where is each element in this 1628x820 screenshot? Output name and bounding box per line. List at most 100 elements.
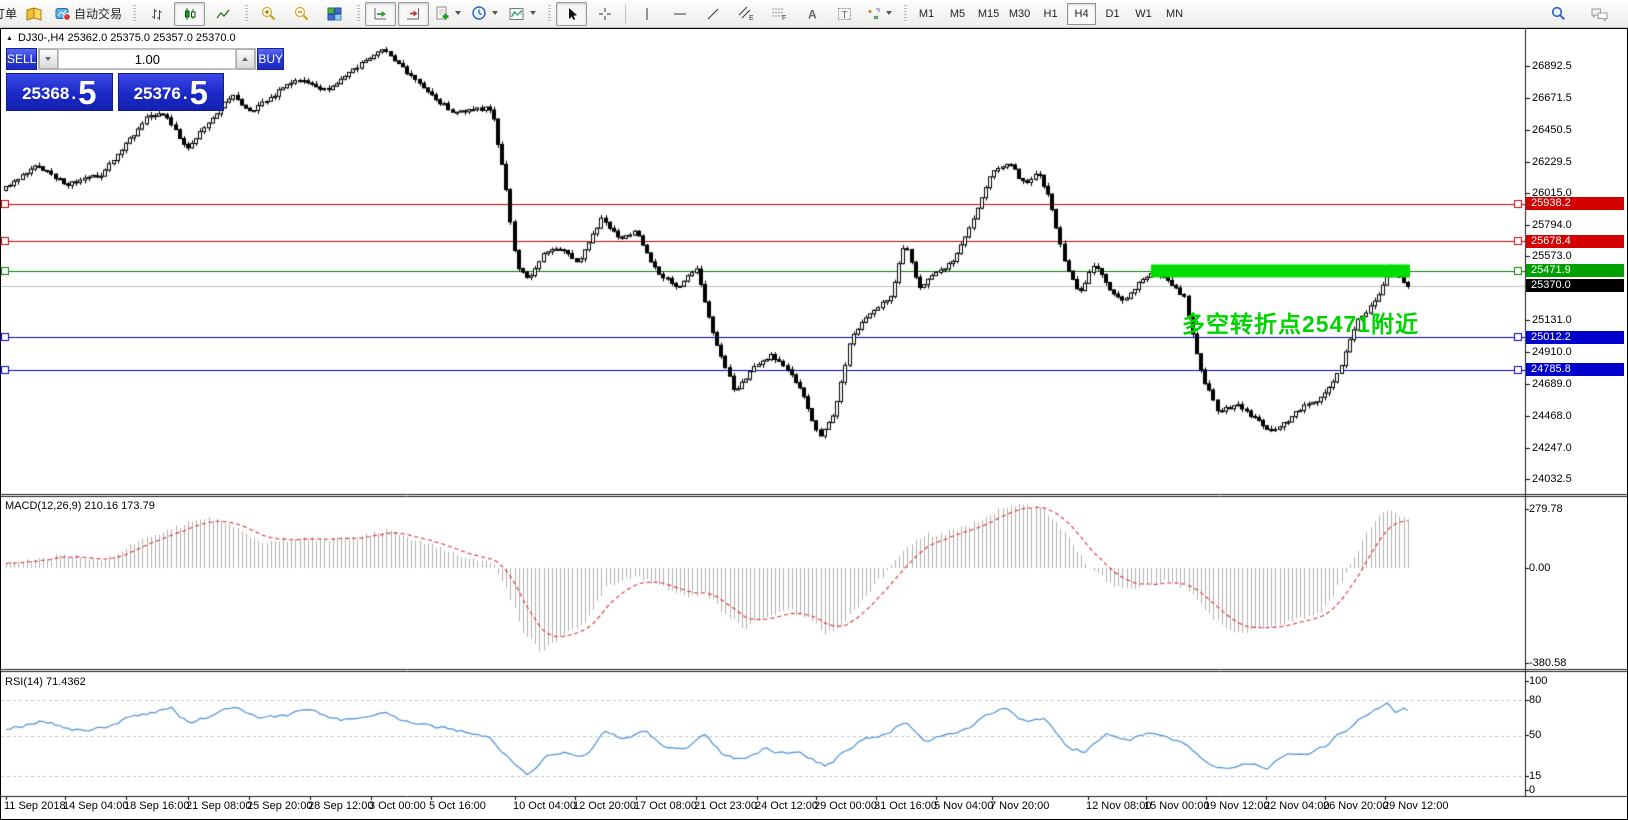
indicators-button[interactable] <box>505 2 541 26</box>
rsi-axis-label: 50 <box>1529 729 1541 741</box>
new-chart-icon <box>435 6 450 21</box>
text-label-icon: T <box>837 7 852 21</box>
timeframe-m1-button[interactable]: M1 <box>912 3 941 25</box>
profiles-button[interactable] <box>468 2 503 26</box>
trade-panel-price-row: 25368.5 25376.5 <box>6 73 224 111</box>
horizontal-line-button[interactable] <box>664 2 695 26</box>
price-axis-label: 24689.0 <box>1532 378 1572 390</box>
cursor-arrow-icon <box>565 7 579 21</box>
zoom-out-icon <box>294 6 309 21</box>
time-axis-label: 21 Sep 08:00 <box>186 800 251 812</box>
rsi-axis-label: 100 <box>1529 675 1547 687</box>
time-axis-label: 14 Sep 04:00 <box>63 800 128 812</box>
chart-shift-icon <box>406 7 421 21</box>
toolbar-grip <box>548 5 551 23</box>
zoom-out-button[interactable] <box>286 2 317 26</box>
buy-button[interactable]: BUY <box>257 48 284 70</box>
clock-icon <box>472 6 487 21</box>
macd-axis-label: 0.00 <box>1529 562 1550 574</box>
crosshair-button[interactable] <box>589 2 620 26</box>
time-axis-label: 22 Nov 04:00 <box>1264 800 1329 812</box>
price-axis-label: 26671.5 <box>1532 92 1572 104</box>
timeframe-m15-button[interactable]: M15 <box>974 3 1003 25</box>
chevron-down-icon[interactable] <box>886 11 893 16</box>
autotrading-label: 自动交易 <box>74 5 122 22</box>
vertical-line-button[interactable] <box>631 2 662 26</box>
toolbar-separator <box>625 4 626 24</box>
chevron-down-icon[interactable] <box>530 11 537 16</box>
book-icon <box>26 7 42 21</box>
bar-chart-button[interactable] <box>141 2 172 26</box>
price-axis-label: 25131.0 <box>1532 314 1572 326</box>
price-axis-label: 24910.0 <box>1532 346 1572 358</box>
new-chart-button[interactable] <box>431 2 466 26</box>
time-axis-label: 3 Oct 00:00 <box>369 800 426 812</box>
chart-shift-button[interactable] <box>398 2 429 26</box>
buy-price-button[interactable]: 25376.5 <box>118 73 225 111</box>
book-icon[interactable] <box>18 2 49 26</box>
chart-title-text: DJ30-,H4 25362.0 25375.0 25357.0 25370.0 <box>18 32 236 44</box>
time-axis-label: 29 Nov 12:00 <box>1383 800 1448 812</box>
arrows-button[interactable] <box>862 2 897 26</box>
price-tag-25370.0: 25370.0 <box>1526 279 1624 292</box>
collapse-triangle-icon[interactable]: ▲ <box>6 35 13 42</box>
price-tag-24785.8: 24785.8 <box>1526 363 1624 376</box>
autotrading-button[interactable]: 自动交易 <box>51 2 126 26</box>
fibonacci-button[interactable]: F <box>763 2 794 26</box>
price-axis-label: 24032.5 <box>1532 473 1572 485</box>
timeframe-mn-button[interactable]: MN <box>1160 3 1189 25</box>
trendline-button[interactable] <box>697 2 728 26</box>
volume-stepper <box>38 48 256 70</box>
chevron-down-icon[interactable] <box>492 11 499 16</box>
time-axis-label: 7 Nov 20:00 <box>990 800 1049 812</box>
time-axis-label: 26 Nov 20:00 <box>1323 800 1388 812</box>
macd-axis-label: 279.78 <box>1529 503 1563 515</box>
sell-button[interactable]: SELL <box>6 48 37 70</box>
timeframe-d1-button[interactable]: D1 <box>1098 3 1127 25</box>
chevron-down-icon[interactable] <box>455 11 462 16</box>
sell-price-button[interactable]: 25368.5 <box>6 73 113 111</box>
zoom-in-button[interactable] <box>253 2 284 26</box>
rsi-axis-label: 80 <box>1529 694 1541 706</box>
timeframe-h1-button[interactable]: H1 <box>1036 3 1065 25</box>
horizontal-line-icon <box>673 7 687 21</box>
trendline-icon <box>706 7 720 21</box>
chat-button[interactable] <box>1584 2 1615 26</box>
new-order-button[interactable]: 订单 <box>0 5 17 22</box>
triangle-up-icon <box>242 57 249 62</box>
cursor-button[interactable] <box>556 2 587 26</box>
volume-increase-button[interactable] <box>236 49 255 69</box>
sell-price-big-digit: 5 <box>78 79 96 107</box>
text-label-button[interactable]: T <box>829 2 860 26</box>
equidistant-channel-button[interactable]: E <box>730 2 761 26</box>
search-button[interactable] <box>1543 2 1574 26</box>
auto-scroll-icon <box>373 7 388 21</box>
price-tag-25678.4: 25678.4 <box>1526 235 1624 248</box>
text-tool-glyph: A <box>808 7 817 21</box>
timeframe-group: M1M5M15M30H1H4D1W1MN <box>911 3 1190 25</box>
timeframe-w1-button[interactable]: W1 <box>1129 3 1158 25</box>
time-axis-label: 5 Nov 04:00 <box>934 800 993 812</box>
volume-input[interactable] <box>58 49 236 69</box>
volume-decrease-button[interactable] <box>39 49 58 69</box>
timeframe-m30-button[interactable]: M30 <box>1005 3 1034 25</box>
timeframe-h4-button[interactable]: H4 <box>1067 3 1096 25</box>
time-axis-label: 15 Nov 00:00 <box>1144 800 1209 812</box>
tile-windows-button[interactable] <box>319 2 350 26</box>
chart-title: ▲ DJ30-,H4 25362.0 25375.0 25357.0 25370… <box>6 32 236 44</box>
chart-annotation-text[interactable]: 多空转折点25471附近 <box>1182 305 1419 339</box>
timeframe-m5-button[interactable]: M5 <box>943 3 972 25</box>
time-axis-label: 28 Sep 12:00 <box>308 800 373 812</box>
rsi-label: RSI(14) 71.4362 <box>5 676 86 688</box>
auto-scroll-button[interactable] <box>365 2 396 26</box>
line-chart-button[interactable] <box>207 2 238 26</box>
time-axis-label: 25 Sep 20:00 <box>247 800 312 812</box>
buy-price-dot: . <box>183 81 188 107</box>
candlestick-chart-button[interactable] <box>174 2 205 26</box>
price-chart-canvas[interactable] <box>1 29 1627 819</box>
price-tag-25938.2: 25938.2 <box>1526 197 1624 210</box>
text-button[interactable]: A <box>796 2 827 26</box>
rsi-axis-label: 15 <box>1529 770 1541 782</box>
price-tag-25471.9: 25471.9 <box>1526 264 1624 277</box>
price-axis-label: 26229.5 <box>1532 156 1572 168</box>
